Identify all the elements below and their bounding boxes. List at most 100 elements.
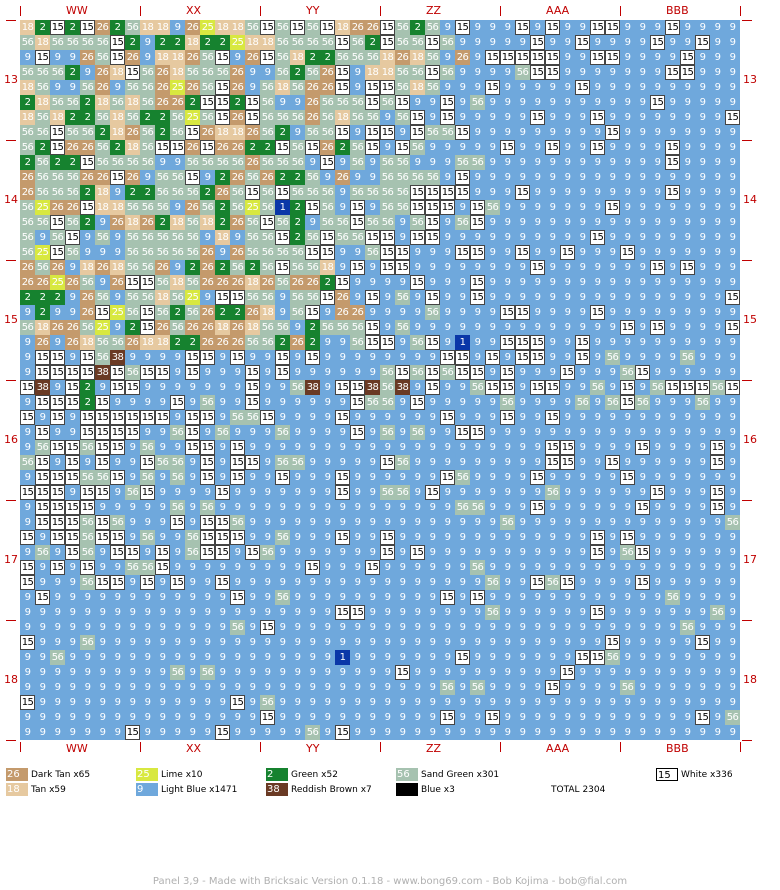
mosaic-cell: 9 [650, 515, 665, 530]
mosaic-cell: 9 [65, 605, 80, 620]
mosaic-cell: 56 [170, 290, 185, 305]
mosaic-cell: 9 [290, 605, 305, 620]
mosaic-cell: 15 [335, 605, 350, 620]
mosaic-cell: 9 [710, 290, 725, 305]
mosaic-cell: 56 [185, 305, 200, 320]
mosaic-cell: 2 [275, 170, 290, 185]
mosaic-cell: 15 [200, 140, 215, 155]
mosaic-cell: 9 [680, 230, 695, 245]
mosaic-cell: 9 [455, 260, 470, 275]
mosaic-cell: 9 [365, 200, 380, 215]
mosaic-cell: 56 [455, 215, 470, 230]
mosaic-cell: 56 [80, 440, 95, 455]
mosaic-cell: 56 [440, 680, 455, 695]
mosaic-cell: 56 [65, 35, 80, 50]
mosaic-cell: 9 [110, 290, 125, 305]
mosaic-cell: 9 [635, 425, 650, 440]
mosaic-cell: 9 [680, 35, 695, 50]
mosaic-cell: 15 [560, 575, 575, 590]
mosaic-cell: 9 [95, 725, 110, 740]
mosaic-cell: 15 [635, 440, 650, 455]
mosaic-cell: 15 [80, 155, 95, 170]
mosaic-cell: 9 [695, 80, 710, 95]
mosaic-cell: 2 [140, 185, 155, 200]
mosaic-cell: 9 [185, 560, 200, 575]
mosaic-cell: 9 [665, 455, 680, 470]
mosaic-cell: 9 [560, 275, 575, 290]
mosaic-cell: 15 [470, 200, 485, 215]
mosaic-cell: 25 [185, 290, 200, 305]
mosaic-cell: 9 [485, 620, 500, 635]
mosaic-cell: 56 [20, 140, 35, 155]
mosaic-cell: 9 [695, 200, 710, 215]
mosaic-cell: 9 [455, 680, 470, 695]
mosaic-cell: 9 [440, 260, 455, 275]
mosaic-cell: 9 [485, 110, 500, 125]
mosaic-cell: 15 [170, 395, 185, 410]
mosaic-cell: 15 [20, 380, 35, 395]
mosaic-cell: 9 [275, 545, 290, 560]
mosaic-cell: 15 [635, 545, 650, 560]
mosaic-cell: 56 [245, 230, 260, 245]
mosaic-cell: 15 [200, 410, 215, 425]
mosaic-cell: 9 [665, 170, 680, 185]
mosaic-cell: 9 [470, 230, 485, 245]
mosaic-cell: 56 [320, 215, 335, 230]
mosaic-cell: 9 [455, 710, 470, 725]
ruler-tick [6, 20, 16, 21]
mosaic-cell: 9 [455, 725, 470, 740]
mosaic-cell: 9 [665, 260, 680, 275]
mosaic-cell: 9 [635, 215, 650, 230]
mosaic-cell: 9 [440, 425, 455, 440]
mosaic-cell: 56 [155, 305, 170, 320]
mosaic-cell: 15 [260, 50, 275, 65]
mosaic-cell: 26 [230, 335, 245, 350]
mosaic-cell: 15 [275, 260, 290, 275]
mosaic-cell: 15 [350, 605, 365, 620]
mosaic-cell: 56 [125, 485, 140, 500]
legend-name: Tan [31, 785, 47, 795]
mosaic-cell: 9 [350, 545, 365, 560]
mosaic-cell: 15 [425, 335, 440, 350]
mosaic-cell: 56 [125, 20, 140, 35]
mosaic-cell: 2 [290, 230, 305, 245]
mosaic-cell: 15 [530, 65, 545, 80]
mosaic-cell: 9 [425, 425, 440, 440]
mosaic-cell: 15 [455, 125, 470, 140]
mosaic-cell: 9 [515, 155, 530, 170]
mosaic-cell: 56 [320, 200, 335, 215]
mosaic-cell: 9 [500, 155, 515, 170]
mosaic-cell: 9 [530, 215, 545, 230]
row-label: 14 [743, 193, 757, 206]
mosaic-cell: 9 [440, 230, 455, 245]
mosaic-cell: 9 [710, 95, 725, 110]
mosaic-cell: 15 [80, 20, 95, 35]
mosaic-cell: 18 [20, 110, 35, 125]
mosaic-cell: 56 [290, 290, 305, 305]
mosaic-cell: 15 [335, 80, 350, 95]
mosaic-cell: 9 [395, 350, 410, 365]
mosaic-cell: 9 [125, 695, 140, 710]
mosaic-cell: 56 [305, 260, 320, 275]
mosaic-cell: 9 [200, 695, 215, 710]
mosaic-cell: 2 [155, 125, 170, 140]
mosaic-cell: 56 [395, 65, 410, 80]
mosaic-cell: 9 [635, 560, 650, 575]
mosaic-cell: 15 [110, 575, 125, 590]
mosaic-cell: 56 [50, 65, 65, 80]
mosaic-cell: 9 [365, 500, 380, 515]
mosaic-cell: 56 [35, 185, 50, 200]
mosaic-cell: 26 [95, 65, 110, 80]
mosaic-cell: 9 [710, 350, 725, 365]
mosaic-cell: 18 [200, 215, 215, 230]
mosaic-cell: 9 [500, 440, 515, 455]
mosaic-cell: 9 [155, 530, 170, 545]
mosaic-cell: 56 [110, 95, 125, 110]
mosaic-cell: 9 [335, 350, 350, 365]
ruler-tick [140, 6, 141, 16]
mosaic-cell: 9 [320, 500, 335, 515]
mosaic-cell: 9 [620, 635, 635, 650]
mosaic-cell: 9 [95, 620, 110, 635]
mosaic-cell: 15 [590, 530, 605, 545]
mosaic-cell: 15 [470, 245, 485, 260]
